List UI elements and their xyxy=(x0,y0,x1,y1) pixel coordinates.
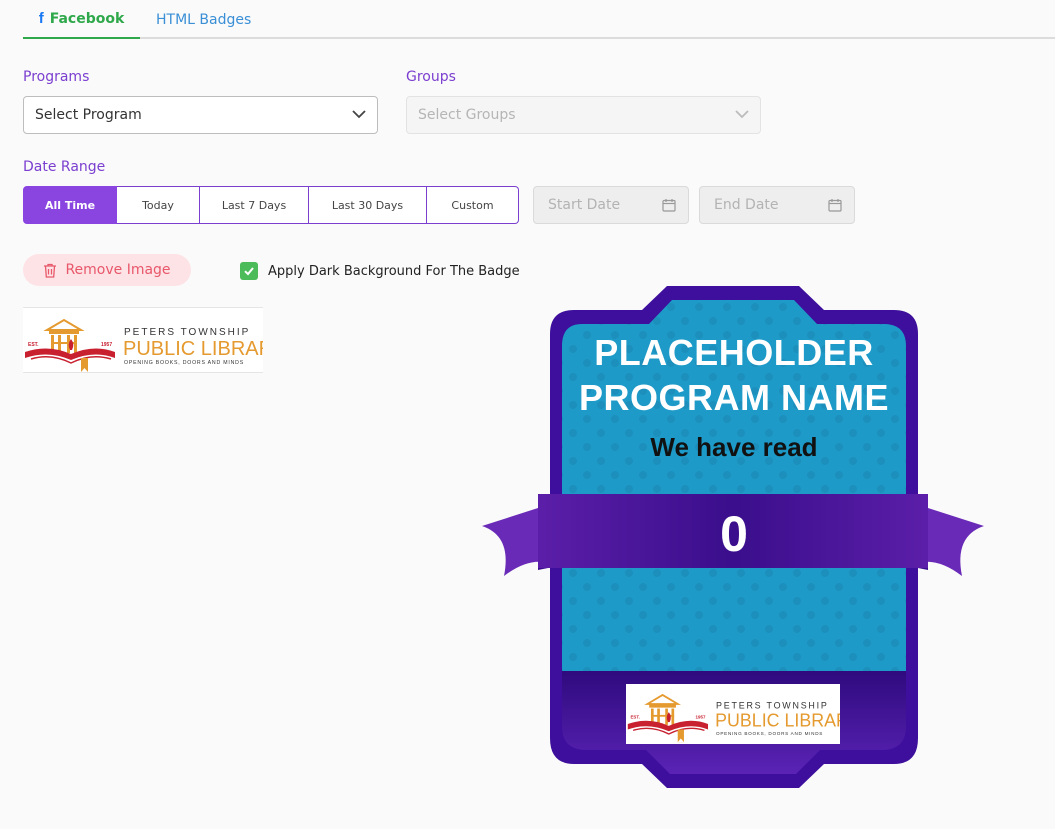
logo-name-top: PETERS TOWNSHIP xyxy=(124,327,250,338)
start-date-input[interactable]: Start Date xyxy=(533,186,689,224)
badge-subtitle: We have read xyxy=(650,432,818,462)
logo-tagline: OPENING BOOKS, DOORS AND MINDS xyxy=(716,731,823,736)
tab-bar: f Facebook HTML Badges xyxy=(23,0,1055,39)
date-range-selector: All Time Today Last 7 Days Last 30 Days … xyxy=(23,186,519,224)
badge-title-line-2: PROGRAM NAME xyxy=(579,377,889,418)
logo-year: 1957 xyxy=(101,342,112,348)
start-date-placeholder: Start Date xyxy=(548,197,621,213)
logo-est: EST. xyxy=(28,342,39,348)
date-range-label: Date Range xyxy=(23,159,106,175)
logo-name-main: PUBLIC LIBRARY xyxy=(123,338,263,360)
end-date-input[interactable]: End Date xyxy=(699,186,855,224)
remove-image-button[interactable]: Remove Image xyxy=(23,254,191,286)
groups-select[interactable]: Select Groups xyxy=(406,96,761,134)
logo-name-top: PETERS TOWNSHIP xyxy=(716,700,829,710)
logo-year: 1957 xyxy=(696,715,706,720)
calendar-icon xyxy=(662,199,676,212)
badge-title-line-1: PLACEHOLDER xyxy=(594,332,874,373)
badge-count: 0 xyxy=(720,506,748,562)
calendar-icon xyxy=(828,199,842,212)
logo-est: EST. xyxy=(630,715,639,720)
logo-tagline: OPENING BOOKS, DOORS AND MINDS xyxy=(124,360,244,366)
tab-facebook[interactable]: f Facebook xyxy=(23,0,140,39)
library-building-icon xyxy=(644,693,681,725)
date-option-all-time[interactable]: All Time xyxy=(23,186,117,224)
date-option-last-30-days[interactable]: Last 30 Days xyxy=(309,186,427,224)
library-building-icon xyxy=(43,318,85,353)
logo-name-main: PUBLIC LIBRARY xyxy=(715,711,840,731)
badge-logo-image: EST. 1957 PETERS TOWNSHIP PUBLIC LIBRARY… xyxy=(626,684,840,744)
dark-background-checkbox[interactable] xyxy=(240,262,258,280)
chevron-down-icon xyxy=(352,110,366,119)
checkmark-icon xyxy=(244,267,254,276)
program-select[interactable]: Select Program xyxy=(23,96,378,134)
trash-icon xyxy=(44,263,57,278)
end-date-placeholder: End Date xyxy=(714,197,779,213)
program-select-value: Select Program xyxy=(35,107,142,123)
tab-facebook-label: Facebook xyxy=(49,10,125,27)
date-option-last-7-days[interactable]: Last 7 Days xyxy=(200,186,309,224)
tab-html-badges[interactable]: HTML Badges xyxy=(156,0,251,39)
uploaded-logo-image: EST. 1957 PETERS TOWNSHIP PUBLIC LIBRARY… xyxy=(23,307,263,373)
groups-select-placeholder: Select Groups xyxy=(418,107,516,123)
facebook-icon: f xyxy=(38,10,44,27)
programs-label: Programs xyxy=(23,69,90,85)
badge-program-title: PLACEHOLDER PROGRAM NAME xyxy=(550,330,918,420)
date-option-custom[interactable]: Custom xyxy=(427,186,519,224)
chevron-down-icon xyxy=(735,110,749,119)
dark-background-option: Apply Dark Background For The Badge xyxy=(240,262,520,280)
remove-image-label: Remove Image xyxy=(65,262,171,278)
dark-background-label: Apply Dark Background For The Badge xyxy=(268,263,520,279)
date-option-today[interactable]: Today xyxy=(117,186,200,224)
groups-label: Groups xyxy=(406,69,456,85)
